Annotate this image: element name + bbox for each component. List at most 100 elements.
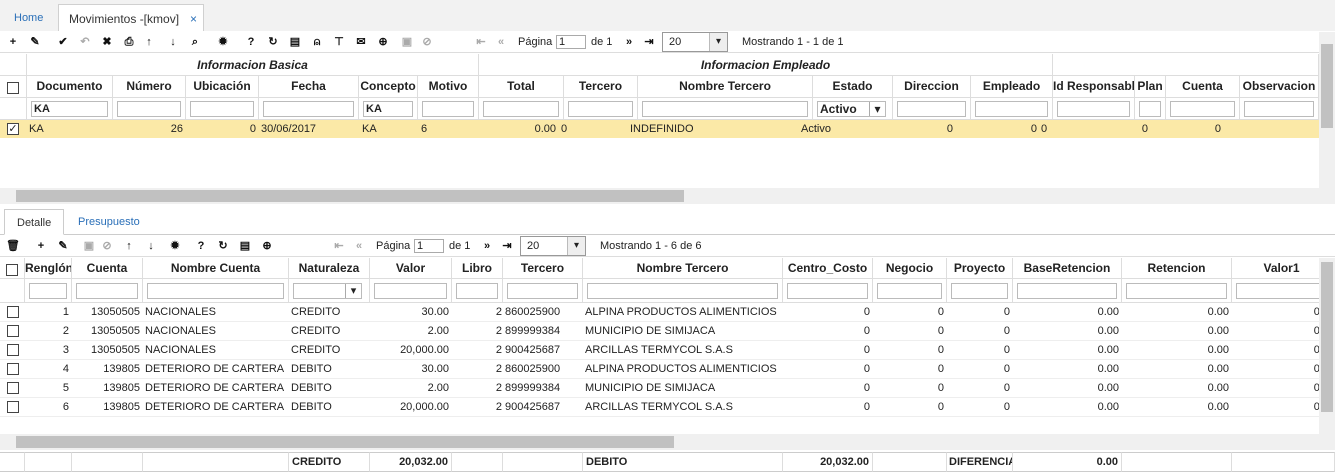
help-icon[interactable]: ? xyxy=(240,31,262,53)
user-icon[interactable]: ⍝ xyxy=(306,31,328,53)
filter-concepto[interactable]: KA xyxy=(363,101,413,117)
page-size-select[interactable]: 20 ▾ xyxy=(520,236,586,256)
filter-plan[interactable] xyxy=(1139,101,1161,117)
arrow-down-icon[interactable]: ↓ xyxy=(162,31,184,53)
col-concepto[interactable]: Concepto xyxy=(359,76,418,98)
col-motivo[interactable]: Motivo xyxy=(418,76,479,98)
filter-cuenta[interactable] xyxy=(1170,101,1235,117)
page-size-select[interactable]: 20 ▾ xyxy=(662,32,728,52)
col-observacion[interactable]: Observacion xyxy=(1240,76,1319,98)
filter-retencion[interactable] xyxy=(1126,283,1227,299)
filter-nombre-tercero[interactable] xyxy=(642,101,808,117)
col-tercero[interactable]: Tercero xyxy=(564,76,638,98)
col-valor1[interactable]: Valor1 xyxy=(1232,258,1319,279)
filter-ubicacion[interactable] xyxy=(190,101,254,117)
col-nombre-tercero[interactable]: Nombre Tercero xyxy=(638,76,813,98)
row-checkbox[interactable] xyxy=(7,344,19,356)
top-vertical-scrollbar[interactable] xyxy=(1319,32,1335,188)
gear-icon[interactable]: ✹ xyxy=(164,235,186,257)
undo-icon[interactable]: ↶ xyxy=(74,31,96,53)
last-page-icon[interactable]: ⇥ xyxy=(496,235,518,257)
add-icon[interactable]: + xyxy=(2,31,24,53)
filter-fecha[interactable] xyxy=(263,101,354,117)
col-renglon[interactable]: Renglón xyxy=(25,258,72,279)
filter-total[interactable] xyxy=(483,101,559,117)
col-naturaleza[interactable]: Naturaleza xyxy=(289,258,370,279)
filter-nombre-cuenta[interactable] xyxy=(147,283,284,299)
tab-presupuesto[interactable]: Presupuesto xyxy=(66,209,152,235)
col-nombre-tercero[interactable]: Nombre Tercero xyxy=(583,258,783,279)
detail-vertical-scrollbar[interactable] xyxy=(1319,258,1335,434)
next-page-icon[interactable]: » xyxy=(476,235,498,257)
col-base-retencion[interactable]: BaseRetencion xyxy=(1013,258,1122,279)
filter-observacion[interactable] xyxy=(1244,101,1314,117)
col-cuenta[interactable]: Cuenta xyxy=(72,258,143,279)
table-row[interactable]: 6 139805 DETERIORO DE CARTERA DEBITO 20,000.… xyxy=(0,398,1319,417)
filter-cuenta[interactable] xyxy=(76,283,138,299)
col-estado[interactable]: Estado xyxy=(813,76,893,98)
table-row[interactable]: 3 13050505 NACIONALES CREDITO 20,000.00 2 9004… xyxy=(0,341,1319,360)
table-row-selected[interactable]: ✓ KA 26 0 30/06/2017 KA 6 0.00 0 INDEFIN… xyxy=(0,120,1319,138)
refresh-icon[interactable]: ↻ xyxy=(212,235,234,257)
trash-icon[interactable]: 🗑 xyxy=(2,235,24,257)
col-id-responsable[interactable]: Id Responsabl xyxy=(1053,76,1135,98)
col-direccion[interactable]: Direccion xyxy=(893,76,971,98)
last-page-icon[interactable]: ⇥ xyxy=(638,31,660,53)
col-documento[interactable]: Documento xyxy=(27,76,113,98)
gear-icon[interactable]: ✹ xyxy=(212,31,234,53)
refresh-icon[interactable]: ↻ xyxy=(262,31,284,53)
filter-nombre-tercero[interactable] xyxy=(587,283,778,299)
arrow-up-icon[interactable]: ↑ xyxy=(138,31,160,53)
col-cuenta[interactable]: Cuenta xyxy=(1166,76,1240,98)
help-icon[interactable]: ? xyxy=(190,235,212,257)
page-input[interactable]: 1 xyxy=(556,35,586,49)
filter-valor[interactable] xyxy=(374,283,447,299)
filter-direccion[interactable] xyxy=(897,101,966,117)
first-page-icon[interactable]: ⇤ xyxy=(328,235,350,257)
tab-detalle[interactable]: Detalle xyxy=(4,209,65,235)
page-input[interactable]: 1 xyxy=(414,239,444,253)
row-checkbox[interactable] xyxy=(7,363,19,375)
col-numero[interactable]: Número xyxy=(113,76,186,98)
pin-icon[interactable]: ⊤ xyxy=(328,31,350,53)
row-checkbox[interactable] xyxy=(7,306,19,318)
prev-page-icon[interactable]: « xyxy=(348,235,370,257)
col-empleado[interactable]: Empleado xyxy=(971,76,1053,98)
save-icon[interactable]: ▣ xyxy=(396,31,418,53)
top-horizontal-scrollbar[interactable] xyxy=(0,188,1335,204)
col-negocio[interactable]: Negocio xyxy=(873,258,947,279)
col-fecha[interactable]: Fecha xyxy=(259,76,359,98)
filter-tercero[interactable] xyxy=(568,101,633,117)
search-icon[interactable]: ⌕ xyxy=(184,31,206,53)
filter-centro-costo[interactable] xyxy=(787,283,868,299)
arrow-up-icon[interactable]: ↑ xyxy=(118,235,140,257)
filter-motivo[interactable] xyxy=(422,101,474,117)
filter-tercero[interactable] xyxy=(507,283,578,299)
col-nombre-cuenta[interactable]: Nombre Cuenta xyxy=(143,258,289,279)
plus-circle-icon[interactable]: ⊕ xyxy=(372,31,394,53)
col-retencion[interactable]: Retencion xyxy=(1122,258,1232,279)
cancel-icon[interactable]: ✖ xyxy=(96,31,118,53)
filter-negocio[interactable] xyxy=(877,283,942,299)
edit-icon[interactable]: ✎ xyxy=(24,31,46,53)
comment-icon[interactable]: ▤ xyxy=(234,235,256,257)
arrow-down-icon[interactable]: ↓ xyxy=(140,235,162,257)
filter-proyecto[interactable] xyxy=(951,283,1008,299)
detail-horizontal-scrollbar[interactable] xyxy=(0,434,1335,450)
table-row[interactable]: 5 139805 DETERIORO DE CARTERA DEBITO 2.00 2 89… xyxy=(0,379,1319,398)
check-icon[interactable]: ✔ xyxy=(52,31,74,53)
filter-documento[interactable]: KA xyxy=(31,101,108,117)
row-checkbox[interactable] xyxy=(7,325,19,337)
block-icon[interactable]: ⊘ xyxy=(96,235,118,257)
next-page-icon[interactable]: » xyxy=(618,31,640,53)
col-ubicacion[interactable]: Ubicación xyxy=(186,76,259,98)
close-icon[interactable]: × xyxy=(190,5,197,33)
comment-icon[interactable]: ▤ xyxy=(284,31,306,53)
col-proyecto[interactable]: Proyecto xyxy=(947,258,1013,279)
col-libro[interactable]: Libro xyxy=(452,258,503,279)
row-checkbox[interactable] xyxy=(7,401,19,413)
tab-home[interactable]: Home xyxy=(4,4,53,32)
filter-naturaleza-select[interactable]: ▾ xyxy=(293,283,362,299)
table-row[interactable]: 4 139805 DETERIORO DE CARTERA DEBITO 30.00 2 8… xyxy=(0,360,1319,379)
first-page-icon[interactable]: ⇤ xyxy=(470,31,492,53)
